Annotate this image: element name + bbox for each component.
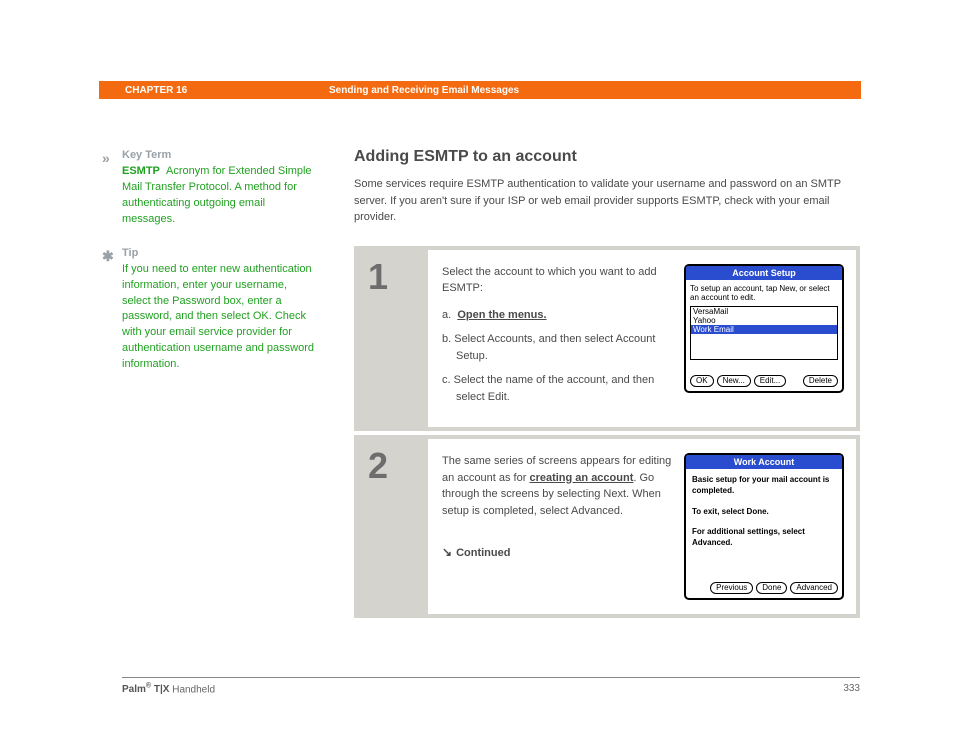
page-footer: Palm® T|X Handheld 333: [122, 683, 860, 695]
main-content: Adding ESMTP to an account Some services…: [354, 148, 860, 622]
delete-button[interactable]: Delete: [803, 375, 838, 387]
chapter-label: CHAPTER 16: [125, 85, 329, 96]
arrow-down-right-icon: ↘: [442, 545, 452, 559]
tip-heading: Tip: [122, 247, 138, 259]
list-item[interactable]: Yahoo: [691, 316, 837, 325]
open-menus-link[interactable]: Open the menus.: [457, 309, 546, 321]
screen-button-row: Previous Done Advanced: [686, 579, 842, 598]
step2-body: The same series of screens appears for e…: [442, 453, 672, 519]
footer-rule: [122, 677, 860, 678]
asterisk-icon: ✱: [102, 246, 114, 266]
screen-title: Account Setup: [686, 266, 842, 280]
screen-title: Work Account: [686, 455, 842, 469]
key-term-term: ESMTP: [122, 165, 160, 177]
step-content: Select the account to which you want to …: [428, 250, 856, 428]
chevron-right-icon: »: [102, 148, 110, 168]
screen-line: For additional settings, select Advanced…: [692, 527, 836, 549]
sidebar: » Key Term ESMTP Acronym for Extended Si…: [122, 148, 317, 391]
step1-lead: Select the account to which you want to …: [442, 264, 672, 297]
step-number: 2: [358, 439, 428, 614]
device-screenshot-2: Work Account Basic setup for your mail a…: [684, 453, 844, 600]
work-account-screen: Work Account Basic setup for your mail a…: [684, 453, 844, 600]
new-button[interactable]: New...: [717, 375, 751, 387]
list-item[interactable]: VersaMail: [691, 307, 837, 316]
screen-line: To exit, select Done.: [692, 507, 836, 518]
product-name: Palm® T|X Handheld: [122, 683, 215, 695]
page-number: 333: [843, 683, 860, 695]
step-1: 1 Select the account to which you want t…: [354, 246, 860, 432]
step1-a: a. Open the menus.: [442, 307, 672, 324]
step-text: Select the account to which you want to …: [442, 264, 672, 414]
step-text: The same series of screens appears for e…: [442, 453, 672, 600]
list-item-selected[interactable]: Work Email: [691, 325, 837, 334]
screen-body: Basic setup for your mail account is com…: [686, 469, 842, 579]
edit-button[interactable]: Edit...: [754, 375, 786, 387]
account-listbox: VersaMail Yahoo Work Email: [690, 306, 838, 360]
advanced-button[interactable]: Advanced: [790, 582, 838, 594]
key-term-body: ESMTP Acronym for Extended Simple Mail T…: [122, 165, 312, 225]
step1-c: c. Select the name of the account, and t…: [442, 372, 672, 405]
key-term-heading: Key Term: [122, 149, 171, 161]
tip-block: ✱ Tip If you need to enter new authentic…: [122, 246, 317, 374]
section-heading: Adding ESMTP to an account: [354, 148, 860, 166]
creating-account-link[interactable]: creating an account: [529, 472, 633, 484]
previous-button[interactable]: Previous: [710, 582, 753, 594]
screen-line: Basic setup for your mail account is com…: [692, 475, 836, 497]
done-button[interactable]: Done: [756, 582, 787, 594]
step-number: 1: [358, 250, 428, 428]
ok-button[interactable]: OK: [690, 375, 714, 387]
screen-button-row: OK New... Edit... Delete: [686, 372, 842, 391]
chapter-title: Sending and Receiving Email Messages: [329, 85, 519, 96]
device-screenshot-1: Account Setup To setup an account, tap N…: [684, 264, 844, 414]
step1-b: b. Select Accounts, and then select Acco…: [442, 331, 672, 364]
chapter-header-bar: CHAPTER 16 Sending and Receiving Email M…: [99, 81, 861, 99]
step-2: 2 The same series of screens appears for…: [354, 435, 860, 618]
key-term-block: » Key Term ESMTP Acronym for Extended Si…: [122, 148, 317, 228]
screen-hint: To setup an account, tap New, or select …: [690, 284, 838, 303]
tip-body: If you need to enter new authentication …: [122, 263, 314, 371]
step-content: The same series of screens appears for e…: [428, 439, 856, 614]
account-setup-screen: Account Setup To setup an account, tap N…: [684, 264, 844, 393]
screen-body: To setup an account, tap New, or select …: [686, 280, 842, 372]
section-intro: Some services require ESMTP authenticati…: [354, 176, 860, 226]
continued-indicator: ↘Continued: [442, 543, 672, 562]
